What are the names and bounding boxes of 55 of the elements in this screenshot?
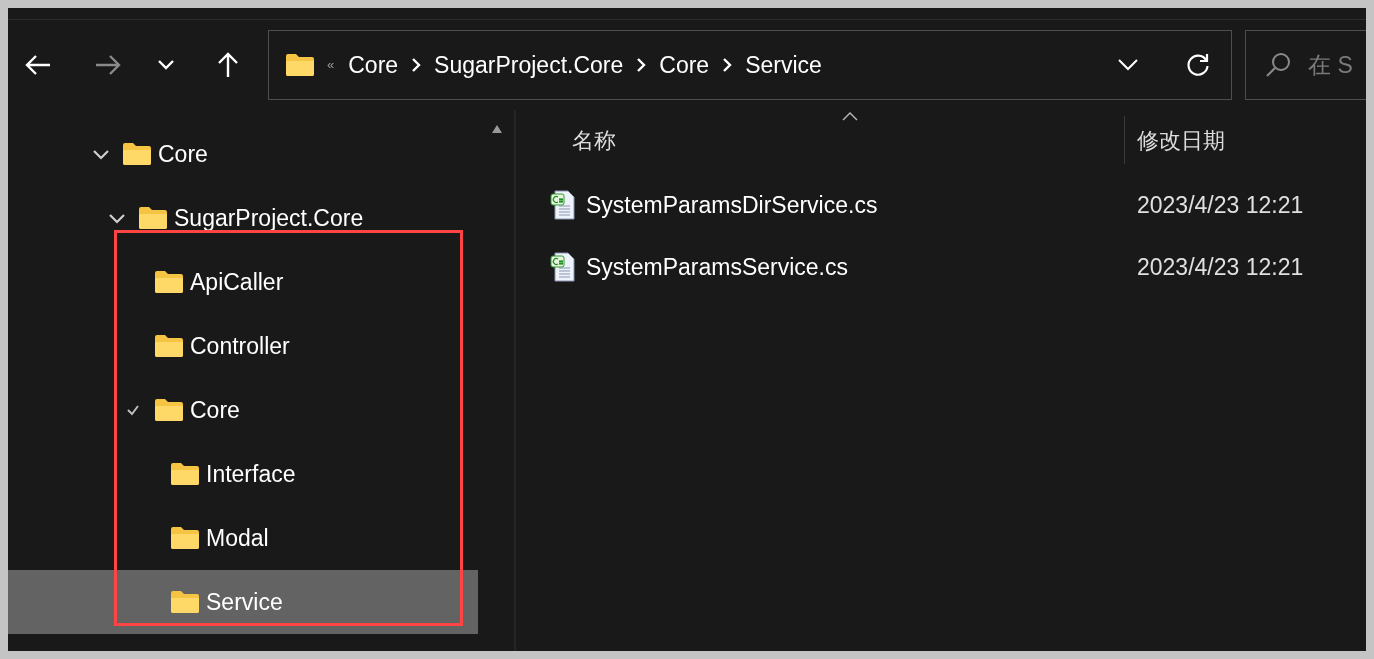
nav-tree-item[interactable]: Interface: [8, 442, 478, 506]
folder-icon: [154, 334, 184, 358]
nav-tree-item[interactable]: Core: [8, 122, 478, 186]
folder-icon: [122, 142, 152, 166]
chevron-right-icon[interactable]: [721, 57, 734, 73]
chevron-icon[interactable]: [92, 148, 110, 160]
chevron-down-icon[interactable]: [156, 58, 176, 72]
folder-label: Interface: [206, 459, 296, 489]
breadcrumb[interactable]: Core: [659, 47, 710, 83]
folder-icon: [138, 206, 168, 230]
chevron-right-icon[interactable]: [635, 57, 648, 73]
scroll-up-arrow-icon[interactable]: [491, 124, 503, 134]
nav-tree-item[interactable]: Controller: [8, 314, 478, 378]
column-header[interactable]: 修改日期: [1125, 123, 1225, 157]
nav-tree-item[interactable]: Service: [8, 570, 478, 634]
nav-tree-item[interactable]: Modal: [8, 506, 478, 570]
file-name[interactable]: SystemParamsDirService.cs: [586, 187, 878, 223]
column-header[interactable]: 名称: [516, 123, 1124, 157]
nav-tree-item[interactable]: Core: [8, 378, 478, 442]
overflow-marker[interactable]: «: [327, 55, 335, 75]
folder-label: Modal: [206, 523, 269, 553]
folder-icon: [154, 398, 184, 422]
folder-label: Core: [158, 139, 208, 169]
search-icon: [1265, 52, 1291, 78]
folder-icon: [170, 462, 200, 486]
folder-icon: [285, 53, 315, 77]
folder-label: Service: [206, 587, 283, 617]
modified-date: 2023/4/23 12:21: [1136, 190, 1304, 220]
nav-tree-item[interactable]: SugarProject.Core: [8, 186, 478, 250]
chevron-down-icon[interactable]: [1117, 58, 1139, 72]
chevron-icon[interactable]: [108, 212, 126, 224]
csharp-file-icon: [550, 190, 576, 220]
modified-date: 2023/4/23 12:21: [1136, 252, 1304, 282]
folder-label: ApiCaller: [190, 267, 284, 297]
breadcrumb[interactable]: SugarProject.Core: [434, 47, 624, 83]
folder-label: SugarProject.Core: [174, 203, 364, 233]
forward-arrow-icon[interactable]: [94, 53, 122, 77]
chevron-right-icon[interactable]: [410, 57, 423, 73]
nav-tree-item[interactable]: ApiCaller: [8, 250, 478, 314]
refresh-icon[interactable]: [1185, 52, 1211, 78]
folder-label: Controller: [190, 331, 290, 361]
file-name[interactable]: SystemParamsService.cs: [586, 249, 848, 285]
up-arrow-icon[interactable]: [216, 51, 240, 79]
back-arrow-icon[interactable]: [24, 53, 52, 77]
breadcrumb[interactable]: Service: [745, 47, 822, 83]
breadcrumb[interactable]: Core: [348, 47, 399, 83]
folder-icon: [170, 590, 200, 614]
csharp-file-icon: [550, 252, 576, 282]
address-bar[interactable]: « Core SugarProject.Core Core Service: [268, 30, 1232, 100]
sort-ascending-icon[interactable]: [842, 112, 858, 121]
folder-label: Core: [190, 395, 240, 425]
search-field[interactable]: 在 S: [1245, 30, 1366, 100]
check-icon[interactable]: [126, 404, 140, 416]
folder-icon: [154, 270, 184, 294]
folder-icon: [170, 526, 200, 550]
